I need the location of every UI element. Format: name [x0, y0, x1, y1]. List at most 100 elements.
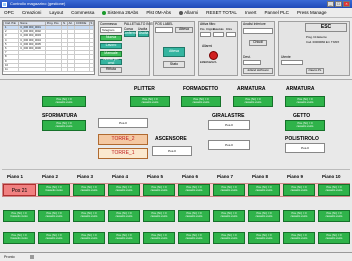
piano-cell[interactable]: Pos. [Nr.] = 0 cassetto vuoto	[248, 210, 280, 222]
piano-cell[interactable]: Pos. [Nr.] = 0 cassetto vuoto	[318, 184, 350, 196]
app-icon	[2, 1, 7, 7]
analisi-button[interactable]: Chiudi	[249, 40, 267, 46]
current-position-box[interactable]: Pos 21	[3, 184, 36, 196]
analisi-field[interactable]	[243, 28, 273, 34]
elevator-white-box[interactable]: Pos.0	[98, 118, 148, 128]
pallet-confirm-button[interactable]: Conferma	[122, 31, 138, 37]
user-field[interactable]	[281, 60, 303, 65]
piano-cell[interactable]: Pos. [Nr.] = 0 Cassetto vuoto	[38, 184, 70, 196]
window-controls: _ □ ×	[327, 1, 350, 7]
emergency-stop-icon[interactable]	[209, 51, 218, 60]
filter-apply-field[interactable]	[226, 32, 236, 37]
ascensore-box[interactable]: Pos.0	[152, 146, 192, 156]
station-box-4[interactable]: Pos. [Nr.] = 0 cassetto vuoto	[285, 96, 325, 107]
piano-cell[interactable]: Pos. [Nr.] = 0 cassetto vuoto	[73, 210, 105, 222]
pallet-uscita-button[interactable]: Uscita	[138, 31, 149, 37]
giralastre-box[interactable]: Pos.0	[208, 120, 250, 130]
piano-cell[interactable]: Pos. [Nr.] = 0 cassetto vuoto	[38, 232, 70, 244]
table-row[interactable]: 11	[2, 66, 95, 73]
attesa-button[interactable]: Attesa	[163, 47, 185, 57]
menu-allarmi[interactable]: Allarmi	[175, 10, 202, 15]
piano-cell[interactable]: Pos. [Nr.] = 0 cassetto vuoto	[73, 184, 105, 196]
station-box-1[interactable]: Pos. [Nr.] = 0 cassetto vuoto	[130, 96, 170, 107]
piano-cell[interactable]: Pos. [Nr.] = 0 cassetto vuoto	[108, 232, 140, 244]
piano-cell[interactable]: Pos. [Nr.] = 0 cassetto vuoto	[213, 210, 245, 222]
piano-label: Piano 3	[77, 174, 94, 179]
getto-title: GETTO	[293, 113, 311, 119]
commessa-field[interactable]: Telegram	[100, 27, 122, 33]
close-button[interactable]: ×	[343, 1, 350, 7]
torre-2-box[interactable]: TORRE_2	[98, 134, 148, 145]
piano-cell[interactable]: Pos. [Nr.] = 0 Cassetto vuoto	[3, 232, 35, 244]
piano-cell[interactable]: Pos. [Nr.] = 0 cassetto vuoto	[318, 232, 350, 244]
piano-cell[interactable]: Pos. [Nr.] = 0 cassetto vuoto	[108, 184, 140, 196]
piano-cell[interactable]: Pos. [Nr.] = 0 cassetto vuoto	[38, 210, 70, 222]
esc-button[interactable]: ESC	[305, 23, 347, 32]
giralastre-title: GIRALASTRE	[212, 113, 245, 119]
piano-cell[interactable]: Pos. [Nr.] = 0 cassetto vuoto	[143, 210, 175, 222]
menu-layout[interactable]: Layout	[45, 10, 67, 15]
commessa-new-button[interactable]: Nuova	[100, 35, 122, 41]
pos-go-button[interactable]: Attesa	[175, 27, 193, 33]
menu-creazioni[interactable]: Creazioni	[18, 10, 45, 15]
station-box-left[interactable]: Pos. [Nr.] = 0 cassetto vuoto	[42, 96, 86, 107]
piano-cell[interactable]: Pos. [Nr.] = 0 cassetto vuoto	[283, 184, 315, 196]
dest-field[interactable]	[243, 60, 261, 65]
position-table[interactable]: Cod. Pilo Nome Prog. Pos N. Art. CODICE S 1 C_0…	[2, 20, 95, 75]
sformatura-title: SFORMATURA	[42, 113, 78, 119]
minimize-button[interactable]: _	[327, 1, 334, 7]
station-title-4: ARMATURA	[286, 86, 315, 92]
piano-cell[interactable]: Pos. [Nr.] = 0 cassetto vuoto	[108, 210, 140, 222]
torre-1-box[interactable]: TORRE_1	[98, 148, 148, 159]
giralastre-box-2[interactable]: Pos.0	[208, 140, 250, 150]
piano-cell[interactable]: Pos. [Nr.] = 0 Cassetto vuoto	[3, 210, 35, 222]
piano-cell[interactable]: Pos. [Nr.] = 0 cassetto vuoto	[318, 210, 350, 222]
dest-user-button[interactable]: Jolland Hoffmann	[243, 68, 273, 74]
status-ok-icon	[102, 10, 107, 15]
menu-sistema[interactable]: Sistema 26Abs	[98, 10, 142, 15]
manual-button[interactable]: Manuale	[100, 51, 122, 57]
getto-box[interactable]: Pos. [Nr.] = 0 cassetto vuoto	[285, 120, 325, 131]
piano-cell[interactable]: Pos. [Nr.] = 0 cassetto vuoto	[213, 232, 245, 244]
dest-rilascio-button[interactable]: rilascio PL	[306, 68, 324, 74]
filter-material-field[interactable]	[213, 32, 224, 37]
menu-plst[interactable]: Plst 0M-Abs	[142, 10, 175, 15]
menu-reset-total[interactable]: RESET TOTAL	[202, 10, 241, 15]
station-box-3[interactable]: Pos. [Nr.] = 0 cassetto vuoto	[233, 96, 273, 107]
lavoro-button[interactable]: Lavoro	[100, 43, 122, 49]
menu-press-manage[interactable]: Press Manage	[293, 10, 331, 15]
menu-commessa[interactable]: Commessa	[67, 10, 98, 15]
stato-button[interactable]: Stato	[163, 61, 185, 68]
piano-cell[interactable]: Pos. [Nr.] = 0 cassetto vuoto	[178, 210, 210, 222]
sformatura-box[interactable]: Pos. [Nr.] = 0 cassetto vuoto	[42, 120, 86, 131]
piano-cell[interactable]: Pos. [Nr.] = 0 cassetto vuoto	[248, 232, 280, 244]
piano-cell[interactable]: Pos. [Nr.] = 0 cassetto vuoto	[283, 210, 315, 222]
piano-cell[interactable]: Pos. [Nr.] = 0 cassetto vuoto	[248, 184, 280, 196]
filter-origin-field[interactable]	[200, 32, 211, 37]
piano-cell[interactable]: Pos. [Nr.] = 0 cassetto vuoto	[283, 232, 315, 244]
polistirolo-box[interactable]: Pos.0	[285, 143, 325, 153]
piano-cell[interactable]: Pos. [Nr.] = 0 cassetto vuoto	[143, 232, 175, 244]
menu-invert[interactable]: Invert	[241, 10, 261, 15]
station-box-2[interactable]: Pos. [Nr.] = 0 cassetto vuoto	[181, 96, 221, 107]
menu-pannel-plc[interactable]: Pannel PLC	[260, 10, 293, 15]
piano-label: Piano 7	[217, 174, 234, 179]
prog-value: Cod. 00000060 Err. TX/RX	[306, 40, 340, 44]
menu-opc[interactable]: OPC	[0, 10, 18, 15]
piano-cell[interactable]: Pos. [Nr.] = 0 cassetto vuoto	[178, 184, 210, 196]
status-text: Pronto	[4, 255, 15, 259]
piano-label: Piano 6	[182, 174, 199, 179]
piano-cell[interactable]: Pos. [Nr.] = 0 cassetto vuoto	[213, 184, 245, 196]
filter-apply-label: Filtra	[226, 28, 232, 31]
pos-field[interactable]	[155, 27, 173, 33]
piano-cell[interactable]: Pos. [Nr.] = 0 cassetto vuoto	[143, 184, 175, 196]
piano-cell[interactable]: Pos. [Nr.] = 0 cassetto vuoto	[178, 232, 210, 244]
piano-label: Piano 10	[322, 174, 341, 179]
rifiuta-button[interactable]: Rifiuta	[100, 67, 122, 73]
abilita-button[interactable]: Abilita per cmd	[100, 57, 122, 65]
maximize-button[interactable]: □	[335, 1, 342, 7]
piano-cell[interactable]: Pos. [Nr.] = 0 cassetto vuoto	[73, 232, 105, 244]
piano-label: Piano 9	[287, 174, 304, 179]
table-cell: 11	[2, 66, 20, 73]
filter-label: Attiva filtro	[200, 22, 216, 26]
